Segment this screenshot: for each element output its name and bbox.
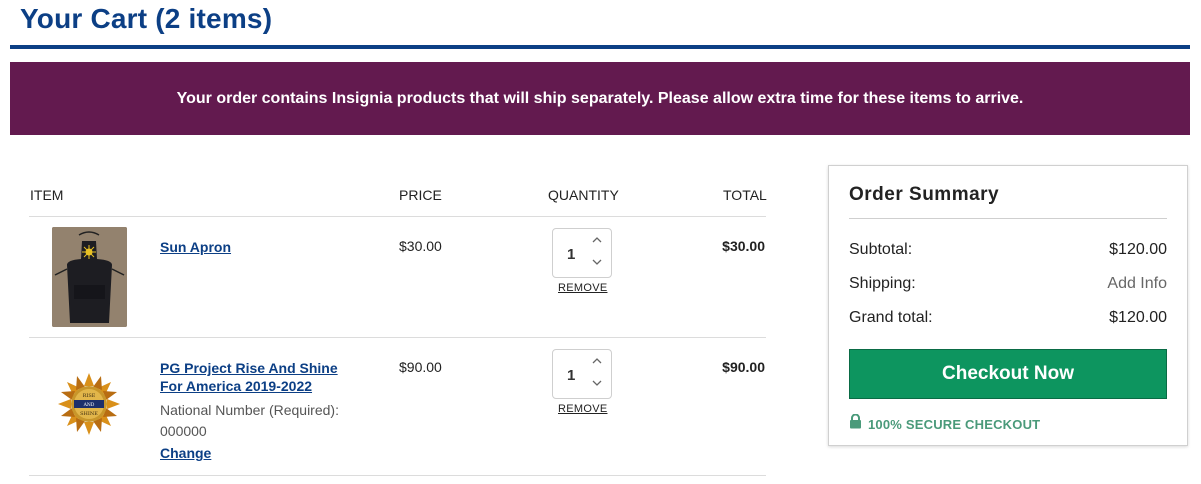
shipping-notice-banner: Your order contains Insignia products th… <box>10 62 1190 135</box>
remove-button[interactable]: REMOVE <box>558 403 607 415</box>
chevron-down-icon[interactable] <box>592 259 602 269</box>
item-total: $90.00 <box>722 359 765 375</box>
quantity-value[interactable]: 1 <box>567 246 575 263</box>
order-summary-panel: Order Summary Subtotal: $120.00 Shipping… <box>828 165 1188 446</box>
summary-title: Order Summary <box>849 184 1000 205</box>
product-link[interactable]: Sun Apron <box>160 238 360 256</box>
secure-checkout-text: 100% SECURE CHECKOUT <box>868 416 1041 432</box>
svg-text:RISE: RISE <box>83 393 96 399</box>
chevron-down-icon[interactable] <box>592 380 602 390</box>
column-header-price: PRICE <box>399 187 442 203</box>
header-divider <box>29 216 766 217</box>
quantity-stepper[interactable]: 1 <box>552 349 612 399</box>
quantity-stepper[interactable]: 1 <box>552 228 612 278</box>
row-divider <box>29 337 766 338</box>
quantity-value[interactable]: 1 <box>567 367 575 384</box>
option-value: 000000 <box>160 423 207 439</box>
product-image-sun-apron[interactable] <box>52 227 127 327</box>
option-label: National Number (Required): <box>160 402 339 418</box>
grand-total-value: $120.00 <box>1109 309 1167 326</box>
column-header-item: ITEM <box>30 187 64 203</box>
shipping-add-info[interactable]: Add Info <box>1107 275 1167 293</box>
subtotal-value: $120.00 <box>1109 241 1167 258</box>
checkout-button[interactable]: Checkout Now <box>849 349 1167 399</box>
subtotal-label: Subtotal: <box>849 241 913 258</box>
chevron-up-icon[interactable] <box>592 357 602 367</box>
change-option-link[interactable]: Change <box>160 445 211 461</box>
grand-total-label: Grand total: <box>849 309 933 326</box>
column-header-total: TOTAL <box>723 187 767 203</box>
summary-divider <box>849 218 1167 219</box>
product-link[interactable]: PG Project Rise And Shine For America 20… <box>160 359 360 395</box>
product-image-rise-and-shine-pin[interactable]: RISE AND SHINE <box>52 362 127 450</box>
item-price: $90.00 <box>399 359 442 375</box>
row-divider <box>29 475 766 476</box>
svg-text:SHINE: SHINE <box>80 411 98 417</box>
title-divider <box>10 45 1190 49</box>
page-title: Your Cart (2 items) <box>20 3 273 34</box>
secure-checkout-badge: 100% SECURE CHECKOUT <box>849 413 1041 434</box>
item-total: $30.00 <box>722 238 765 254</box>
svg-text:AND: AND <box>83 402 95 408</box>
banner-text: Your order contains Insignia products th… <box>176 89 1024 107</box>
column-header-quantity: QUANTITY <box>548 187 619 203</box>
item-price: $30.00 <box>399 238 442 254</box>
lock-icon <box>849 413 862 434</box>
shipping-label: Shipping: <box>849 275 916 292</box>
chevron-up-icon[interactable] <box>592 236 602 246</box>
remove-button[interactable]: REMOVE <box>558 282 607 294</box>
